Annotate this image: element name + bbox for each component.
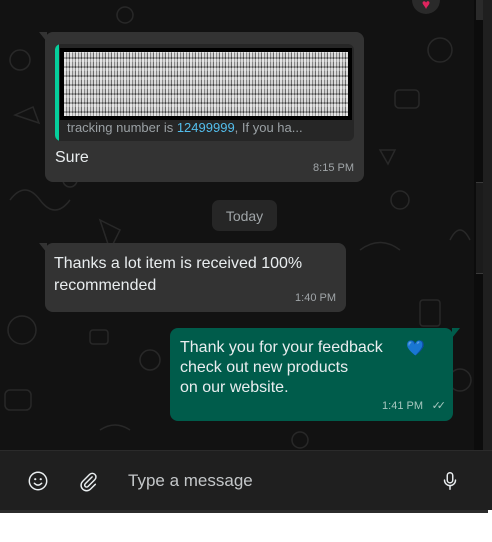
paperclip-icon[interactable]: [77, 470, 99, 492]
message-timestamp: 8:15 PM: [313, 162, 354, 174]
message-bubble-incoming[interactable]: tracking number is 12499999, If you ha..…: [39, 32, 364, 182]
side-panel-edge: [474, 0, 483, 450]
quoted-text-suffix: , If you ha...: [234, 120, 303, 135]
message-text-body: Thank you for your feedback check out ne…: [180, 339, 383, 396]
message-timestamp: 1:40 PM: [295, 292, 336, 304]
tracking-number-link[interactable]: 12499999: [177, 120, 235, 135]
message-bubble-incoming[interactable]: Thanks a lot item is received 100% recom…: [39, 243, 346, 312]
read-receipt-icon: ✓✓: [431, 400, 447, 412]
window-bottom-area: [0, 510, 492, 542]
window-bottom-edge: [0, 510, 488, 513]
message-text: Thanks a lot item is received 100% recom…: [54, 255, 303, 294]
redacted-image: [60, 48, 352, 120]
quote-accent-bar: [55, 44, 59, 141]
message-composer: [0, 450, 492, 510]
blue-heart-emoji: 💙: [406, 340, 425, 357]
heart-icon: ♥: [421, 0, 431, 12]
smiley-icon[interactable]: [27, 470, 49, 492]
message-timestamp: 1:41 PM: [382, 400, 423, 412]
panel-edge-segment: [476, 182, 483, 274]
panel-edge-segment: [476, 0, 483, 20]
message-text: Sure: [55, 149, 89, 166]
quoted-message[interactable]: tracking number is 12499999, If you ha..…: [55, 44, 354, 141]
chat-area: ♥ tracking number is 12499999, If you ha…: [0, 0, 483, 450]
date-divider: Today: [212, 200, 277, 231]
microphone-icon[interactable]: [439, 470, 461, 492]
message-input[interactable]: [128, 467, 418, 495]
quoted-text-prefix: tracking number is: [67, 120, 177, 135]
message-bubble-outgoing[interactable]: Thank you for your feedback check out ne…: [170, 328, 460, 421]
quoted-message-text: tracking number is 12499999, If you ha..…: [67, 120, 303, 135]
